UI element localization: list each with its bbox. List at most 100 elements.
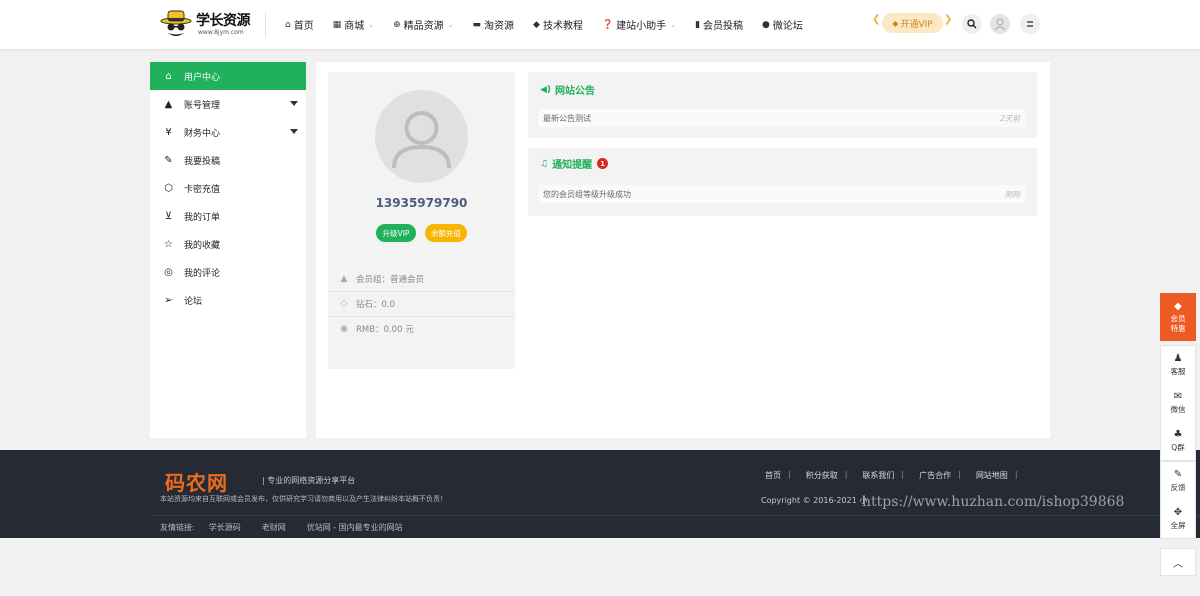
logo-text: 学长资源 (196, 13, 251, 29)
diamond-icon: ◇ (340, 299, 348, 309)
nav-label: 会员投稿 (703, 21, 744, 32)
hat-mascot-icon (160, 10, 192, 36)
cube-icon: ⬡ (164, 182, 173, 194)
balance-recharge-button[interactable]: 余额充值 (425, 224, 467, 242)
main-nav: ⌂ 首页 ▦ 商城 ⌄ ⊕ 精品资源 ⌄ ▬ 淘资源 ◆ 技术教程 ❓ 建站小助手 ⌄ ▮ 会员投稿 ● 微论坛 (285, 17, 822, 33)
feedback-icon: ✎ (1173, 469, 1183, 480)
nav-item-4[interactable]: ◆ 技术教程 (533, 17, 583, 33)
user-sidebar: ⌂ 用户中心 ▲ 账号管理 ¥ 财务中心 ✎ 我要投稿 ⬡ 卡密充值 ⊻ 我的订单 ☆ 我的收藏 ◎ 我的评论… (150, 62, 306, 438)
nav-label: 建站小助手 (616, 21, 667, 32)
sidebar-item-6[interactable]: ☆ 我的收藏 (150, 230, 306, 258)
footer-links: 首页 | 积分获取 | 联系我们 | 广告合作 | 网站地图 | (765, 470, 1033, 481)
profile-info-row: ▲ 会员组：普通会员 (328, 266, 515, 291)
nav-item-5[interactable]: ❓ 建站小助手 ⌄ (601, 17, 676, 33)
back-to-top-button[interactable]: ︿ (1160, 548, 1196, 576)
vip-offer-button[interactable]: ◆ 会员 特惠 (1160, 293, 1196, 341)
nav-item-3[interactable]: ▬ 淘资源 (472, 17, 515, 33)
username: 13935979790 (375, 196, 468, 210)
chevron-down-icon: ⌄ (368, 20, 375, 29)
sidebar-item-1[interactable]: ▲ 账号管理 (150, 90, 306, 118)
header-divider (265, 12, 266, 37)
graduation-icon: ◆ (533, 19, 540, 30)
user-avatar-button[interactable] (990, 14, 1010, 34)
megaphone-icon: ◀) (540, 84, 552, 95)
main-content: 13935979790 升级VIP 余额充值 ▲ 会员组：普通会员 ◇ 钻石：0.0 ◉… (316, 62, 1050, 438)
nav-item-7[interactable]: ● 微论坛 (762, 17, 803, 33)
footer-link[interactable]: 首页 (765, 470, 781, 481)
sidebar-item-5[interactable]: ⊻ 我的订单 (150, 202, 306, 230)
announcement-time: 2天前 (1000, 113, 1020, 123)
notification-title: ♫ 通知提醒 1 (540, 156, 609, 171)
float-wechat-button[interactable]: ✉ 微信 (1161, 384, 1195, 422)
globe-icon: ⊕ (393, 19, 401, 30)
nav-item-1[interactable]: ▦ 商城 ⌄ (333, 17, 375, 33)
caret-down-icon (290, 101, 298, 106)
friend-link[interactable]: 优站网 - 国内最专业的网站 (307, 522, 403, 533)
announcement-panel: ◀) 网站公告 最新公告测试 2天前 (528, 72, 1037, 138)
footer-logo[interactable]: 码农网 (165, 467, 228, 496)
sidebar-item-label: 我的收藏 (184, 240, 221, 251)
footer-disclaimer: 本站资源均来自互联网或会员发布，仅供研究学习请勿商用以及产生法律纠纷本站概不负责… (160, 495, 447, 503)
book-icon: ▮ (695, 19, 701, 30)
announcement-title-text: 网站公告 (555, 86, 596, 97)
question-icon: ❓ (601, 19, 614, 30)
comment-icon: ◎ (164, 266, 173, 278)
search-button[interactable] (962, 14, 982, 34)
notification-item[interactable]: 您的会员组等级升级成功 刚刚 (538, 185, 1025, 203)
open-vip-button[interactable]: ◆ 开通VIP (882, 13, 943, 33)
qq-icon: ♟ (1173, 353, 1183, 364)
notification-title-text: 通知提醒 (552, 160, 593, 171)
fullscreen-icon: ✥ (1173, 507, 1183, 518)
footer-link[interactable]: 联系我们 (862, 470, 894, 481)
float-feedback-button[interactable]: ✎ 反馈 (1161, 462, 1195, 500)
home-icon: ⌂ (285, 19, 291, 30)
announcement-text: 最新公告测试 (543, 113, 591, 123)
nav-item-2[interactable]: ⊕ 精品资源 ⌄ (393, 17, 453, 33)
sidebar-item-label: 我要投稿 (184, 156, 221, 167)
nav-label: 商城 (344, 21, 365, 32)
sidebar-item-0[interactable]: ⌂ 用户中心 (150, 62, 306, 90)
chevron-up-icon: ︿ (1173, 558, 1183, 570)
link-separator: | (1014, 470, 1018, 479)
friend-link[interactable]: 老财网 (262, 522, 286, 533)
wing-left-icon: ❮ (872, 14, 881, 25)
nav-label: 淘资源 (484, 21, 515, 32)
nav-label: 微论坛 (772, 21, 803, 32)
vip-offer-line1: 会员 (1170, 314, 1186, 324)
nav-label: 首页 (293, 21, 314, 32)
float-label: 微信 (1170, 405, 1186, 414)
sidebar-item-4[interactable]: ⬡ 卡密充值 (150, 174, 306, 202)
footer-link[interactable]: 积分获取 (806, 470, 838, 481)
nav-label: 精品资源 (403, 21, 444, 32)
briefcase-icon: ▬ (472, 19, 482, 30)
menu-toggle-button[interactable] (1020, 14, 1040, 34)
footer-link[interactable]: 广告合作 (919, 470, 951, 481)
sidebar-item-7[interactable]: ◎ 我的评论 (150, 258, 306, 286)
default-avatar-icon (392, 111, 451, 169)
sidebar-item-8[interactable]: ➢ 论坛 (150, 286, 306, 314)
star-icon: ☆ (164, 238, 173, 250)
nav-item-0[interactable]: ⌂ 首页 (285, 17, 314, 33)
footer-link[interactable]: 网站地图 (976, 470, 1008, 481)
profile-info-text: 会员组：普通会员 (356, 274, 425, 285)
link-separator: | (844, 470, 848, 479)
group-icon: ♣ (1173, 429, 1183, 440)
vip-offer-line2: 特惠 (1170, 323, 1186, 333)
float-qq-button[interactable]: ♟ 客服 (1161, 346, 1195, 384)
site-logo[interactable]: 学长资源 www.8jym.com (160, 9, 252, 39)
float-fullscreen-button[interactable]: ✥ 全屏 (1161, 500, 1195, 538)
coin-icon: ◉ (340, 324, 348, 334)
sidebar-item-2[interactable]: ¥ 财务中心 (150, 118, 306, 146)
profile-info-text: 钻石：0.0 (356, 300, 396, 310)
sidebar-item-label: 我的订单 (184, 212, 221, 223)
friend-link[interactable]: 学长源码 (209, 522, 241, 533)
announcement-title: ◀) 网站公告 (540, 82, 596, 98)
upgrade-vip-button[interactable]: 升级VIP (376, 224, 416, 242)
announcement-item[interactable]: 最新公告测试 2天前 (538, 109, 1025, 127)
sidebar-item-3[interactable]: ✎ 我要投稿 (150, 146, 306, 174)
copyright: Copyright © 2016-2021 小 (761, 496, 868, 505)
link-separator: | (788, 470, 791, 479)
sidebar-item-label: 我的评论 (184, 268, 221, 279)
float-group-button[interactable]: ♣ Q群 (1161, 422, 1195, 460)
nav-item-6[interactable]: ▮ 会员投稿 (695, 17, 744, 33)
